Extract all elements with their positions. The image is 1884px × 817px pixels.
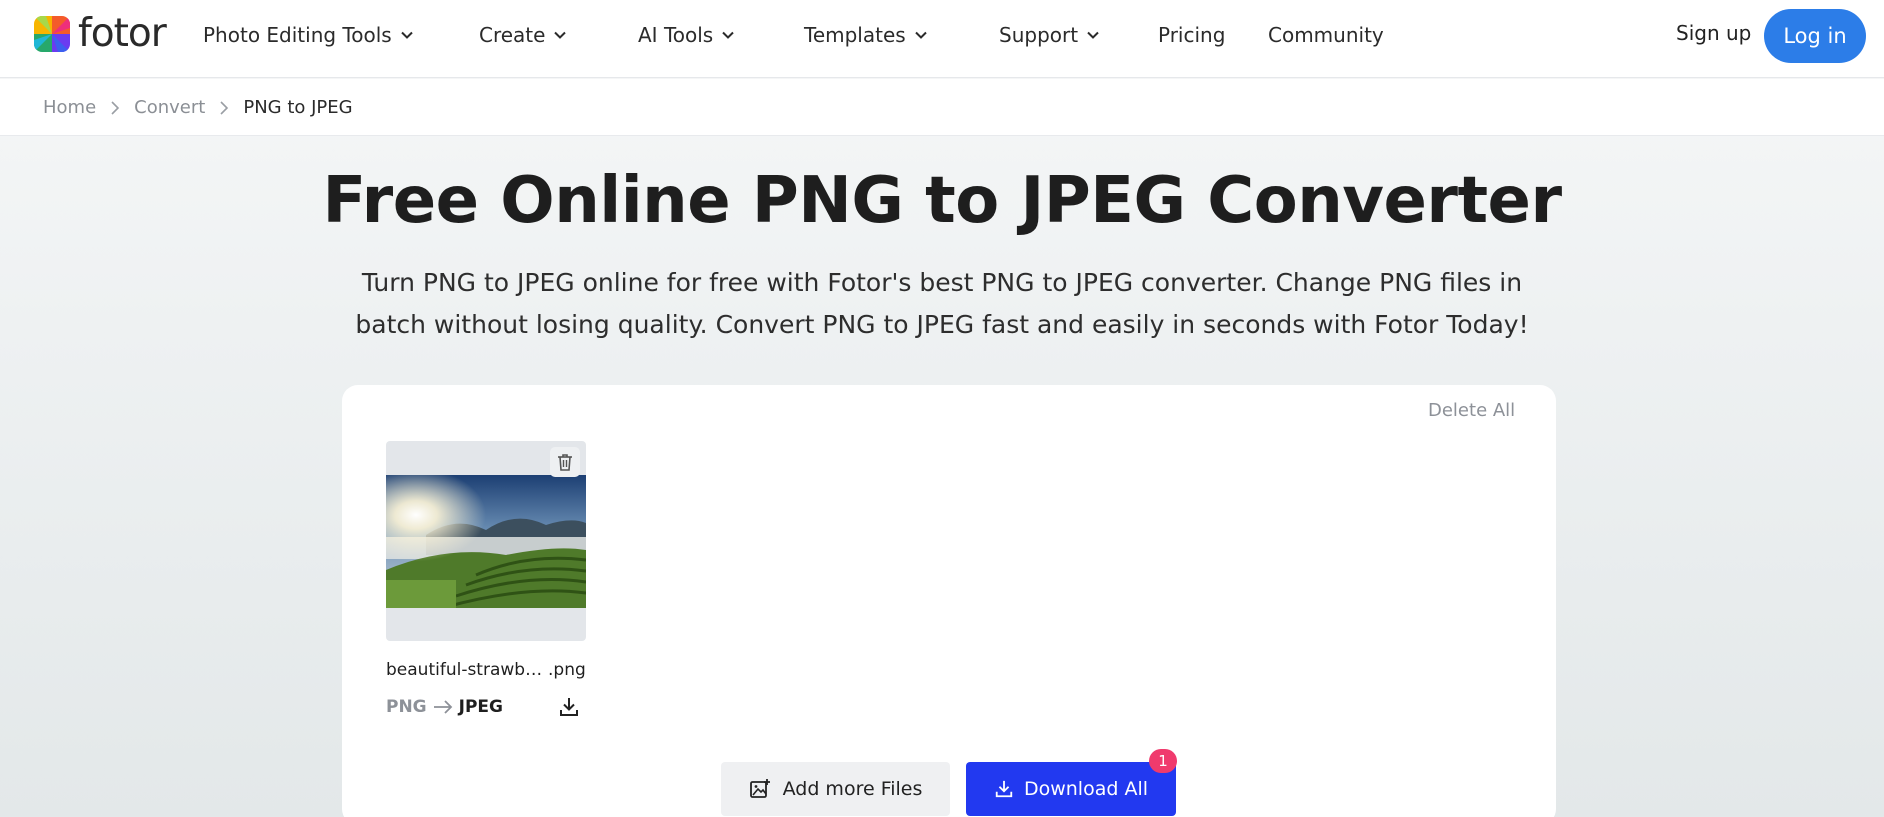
- delete-file-button[interactable]: [550, 447, 580, 477]
- breadcrumb-home[interactable]: Home: [43, 97, 96, 118]
- nav-templates[interactable]: Templates: [804, 21, 928, 49]
- conversion-format: PNG JPEG: [386, 697, 503, 717]
- top-navigation-bar: fotor Photo Editing Tools Create AI Tool…: [0, 0, 1884, 78]
- nav-label: Community: [1268, 23, 1384, 47]
- logo-text: fotor: [78, 11, 167, 56]
- download-all-label: Download All: [1023, 778, 1149, 800]
- delete-all-button[interactable]: Delete All: [1428, 400, 1515, 421]
- nav-label: Create: [479, 23, 546, 47]
- chevron-down-icon: [914, 31, 927, 39]
- nav-label: Photo Editing Tools: [203, 23, 392, 47]
- file-extension: .png: [548, 660, 586, 680]
- nav-label: Support: [999, 23, 1079, 47]
- nav-create[interactable]: Create: [479, 21, 567, 49]
- login-button[interactable]: Log in: [1764, 9, 1866, 63]
- nav-photo-editing-tools[interactable]: Photo Editing Tools: [203, 21, 414, 49]
- chevron-right-icon: [111, 100, 120, 115]
- download-icon: [995, 780, 1013, 798]
- chevron-down-icon: [554, 31, 567, 39]
- subtitle-line: batch without losing quality. Convert PN…: [355, 310, 1529, 339]
- fotor-logo[interactable]: fotor: [34, 11, 167, 56]
- chevron-down-icon: [1087, 31, 1099, 39]
- chevron-down-icon: [400, 31, 413, 39]
- breadcrumb: Home Convert PNG to JPEG: [43, 97, 353, 118]
- source-format: PNG: [386, 697, 427, 717]
- trash-icon: [558, 454, 572, 471]
- page-subtitle: Turn PNG to JPEG online for free with Fo…: [352, 262, 1532, 346]
- subtitle-line: Turn PNG to JPEG online for free with Fo…: [361, 268, 1523, 297]
- nav-label: Pricing: [1158, 23, 1226, 47]
- fotor-logo-icon: [34, 16, 70, 52]
- breadcrumb-current: PNG to JPEG: [243, 97, 353, 118]
- page-title: Free Online PNG to JPEG Converter: [322, 164, 1563, 238]
- nav-label: AI Tools: [638, 23, 714, 47]
- add-more-files-button[interactable]: Add more Files: [721, 762, 950, 816]
- signup-link[interactable]: Sign up: [1676, 21, 1751, 45]
- add-more-files-label: Add more Files: [782, 778, 923, 800]
- nav-pricing[interactable]: Pricing: [1158, 21, 1225, 49]
- breadcrumb-convert[interactable]: Convert: [134, 97, 205, 118]
- download-count-badge: 1: [1149, 749, 1177, 773]
- nav-label: Templates: [804, 23, 906, 47]
- chevron-right-icon: [220, 100, 229, 115]
- landscape-photo-thumbnail-icon: [386, 475, 586, 608]
- download-all-button[interactable]: Download All: [966, 762, 1176, 816]
- arrow-right-icon: [433, 700, 452, 714]
- breadcrumb-bar: Home Convert PNG to JPEG: [0, 79, 1884, 136]
- target-format: JPEG: [458, 697, 503, 717]
- nav-support[interactable]: Support: [999, 21, 1100, 49]
- download-icon[interactable]: [558, 696, 580, 718]
- chevron-down-icon: [722, 31, 734, 39]
- add-image-icon: [749, 779, 770, 798]
- nav-ai-tools[interactable]: AI Tools: [638, 21, 735, 49]
- file-name: beautiful-strawb…: [386, 660, 543, 680]
- nav-community[interactable]: Community: [1268, 21, 1384, 49]
